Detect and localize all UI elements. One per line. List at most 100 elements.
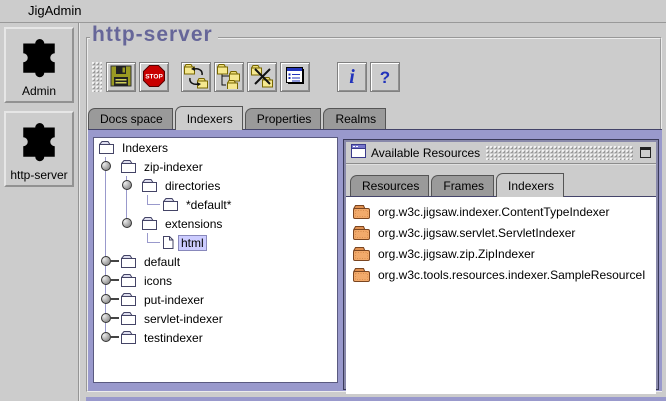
resources-tab-bar: ResourcesFramesIndexers	[346, 165, 656, 196]
tab-docs-space[interactable]: Docs space	[88, 108, 173, 129]
orange-folder-icon	[352, 266, 371, 283]
sidebar: Admin http-server	[0, 23, 80, 401]
list-item[interactable]: org.w3c.tools.resources.indexer.SampleRe…	[346, 264, 656, 285]
tab-content-indexers: Indexers zip-indexer directories *default* e…	[88, 129, 662, 391]
tree-item-label: put-indexer	[141, 292, 207, 308]
list-item-label: org.w3c.tools.resources.indexer.SampleRe…	[378, 268, 645, 282]
edit-properties-button[interactable]	[280, 62, 310, 92]
tree-folder-icon	[120, 159, 137, 174]
tree-item-label: html	[178, 235, 207, 251]
orange-folder-icon	[352, 203, 371, 220]
tree-item-label: icons	[141, 273, 175, 289]
expand-icon[interactable]	[100, 309, 120, 328]
window-icon	[351, 144, 366, 161]
tree-item-put-indexer[interactable]: put-indexer	[94, 290, 337, 309]
info-icon: i	[349, 67, 355, 87]
tree-item-label: testindexer	[141, 330, 206, 346]
list-item[interactable]: org.w3c.jigsaw.servlet.ServletIndexer	[346, 222, 656, 243]
menu-bar: JigAdmin	[0, 0, 666, 23]
main-tab-bar: Docs spaceIndexersPropertiesRealms	[88, 104, 388, 129]
tab-indexers[interactable]: Indexers	[496, 173, 564, 197]
tree-folder-icon	[120, 292, 137, 307]
frame-title: Available Resources	[371, 146, 480, 160]
tab-properties[interactable]: Properties	[245, 108, 322, 129]
copy-resources-button[interactable]	[214, 62, 244, 92]
collapse-icon[interactable]	[121, 176, 141, 195]
sidebar-button-http-server[interactable]: http-server	[4, 111, 74, 187]
collapse-icon[interactable]	[100, 157, 120, 176]
indexers-tree-panel: Indexers zip-indexer directories *default* e…	[93, 137, 338, 383]
expand-icon[interactable]	[100, 271, 120, 290]
tree-item-default[interactable]: *default*	[94, 195, 337, 214]
tree-item-zip-indexer[interactable]: zip-indexer	[94, 157, 337, 176]
tree-item-label: servlet-indexer	[141, 311, 226, 327]
tree-folder-icon	[120, 311, 137, 326]
tree-folder-icon	[141, 178, 158, 193]
maximize-icon[interactable]	[640, 147, 651, 158]
sidebar-button-label: Admin	[22, 84, 56, 101]
tree-item-html[interactable]: html	[94, 233, 337, 252]
tree-item-testindexer[interactable]: testindexer	[94, 328, 337, 347]
menu-jigadmin[interactable]: JigAdmin	[22, 0, 87, 22]
tree-item-label: zip-indexer	[141, 159, 206, 175]
delete-resource-button[interactable]	[247, 62, 277, 92]
list-item-label: org.w3c.jigsaw.servlet.ServletIndexer	[378, 226, 575, 240]
folder-delete-icon	[249, 63, 275, 92]
svg-text:STOP: STOP	[145, 73, 163, 80]
tab-frames[interactable]: Frames	[431, 175, 494, 196]
expand-icon[interactable]	[100, 252, 120, 271]
tree-item-indexers[interactable]: Indexers	[94, 138, 337, 157]
page-title: http-server	[90, 23, 218, 47]
tree-item-label: extensions	[162, 216, 225, 232]
tree-folder-icon	[98, 140, 115, 155]
tree-folder-icon	[120, 330, 137, 345]
toolbar: STOP i?	[92, 61, 403, 93]
tree-item-icons[interactable]: icons	[94, 271, 337, 290]
toolbar-buttons: STOP i?	[106, 62, 403, 92]
help-icon: ?	[380, 69, 390, 86]
list-item-label: org.w3c.jigsaw.indexer.ContentTypeIndexe…	[378, 205, 609, 219]
tab-realms[interactable]: Realms	[323, 108, 386, 129]
orange-folder-icon	[352, 224, 371, 241]
puzzle-icon	[17, 29, 61, 84]
orange-folder-icon	[352, 245, 371, 262]
tree-item-label: default	[141, 254, 183, 270]
tree-folder-icon	[120, 273, 137, 288]
folder-sync-icon	[183, 63, 209, 92]
tree-item-label: directories	[162, 178, 223, 194]
list-item[interactable]: org.w3c.jigsaw.zip.ZipIndexer	[346, 243, 656, 264]
stop-sign-icon: STOP	[142, 64, 166, 91]
tab-indexers[interactable]: Indexers	[175, 106, 243, 130]
info-button[interactable]: i	[337, 62, 367, 92]
title-bar-bumps	[486, 146, 634, 160]
window-bottom-strip	[86, 397, 666, 401]
tree-item-extensions[interactable]: extensions	[94, 214, 337, 233]
tree-item-directories[interactable]: directories	[94, 176, 337, 195]
document-list-icon	[284, 65, 306, 90]
puzzle-icon	[17, 113, 61, 168]
tree-folder-icon	[120, 254, 137, 269]
expand-icon[interactable]	[100, 328, 120, 347]
expand-icon[interactable]	[100, 290, 120, 309]
tree-item-default[interactable]: default	[94, 252, 337, 271]
save-button[interactable]	[106, 62, 136, 92]
tab-resources[interactable]: Resources	[350, 175, 429, 196]
floppy-save-icon	[110, 65, 132, 90]
tree-folder-icon	[141, 216, 158, 231]
collapse-icon[interactable]	[121, 214, 141, 233]
list-item-label: org.w3c.jigsaw.zip.ZipIndexer	[378, 247, 535, 261]
sidebar-button-admin[interactable]: Admin	[4, 27, 74, 103]
indexers-tree: Indexers zip-indexer directories *default* e…	[94, 138, 337, 347]
tree-item-label: *default*	[183, 197, 234, 213]
tree-item-label: Indexers	[119, 140, 171, 156]
reindex-button[interactable]	[181, 62, 211, 92]
stop-button[interactable]: STOP	[139, 62, 169, 92]
toolbar-grip-handle[interactable]	[92, 62, 102, 92]
help-button[interactable]: ?	[370, 62, 400, 92]
folder-tree-icon	[216, 63, 242, 92]
list-item[interactable]: org.w3c.jigsaw.indexer.ContentTypeIndexe…	[346, 201, 656, 222]
frame-title-bar[interactable]: Available Resources	[346, 142, 656, 165]
tree-item-servlet-indexer[interactable]: servlet-indexer	[94, 309, 337, 328]
tree-file-icon	[162, 235, 174, 250]
resources-list: org.w3c.jigsaw.indexer.ContentTypeIndexe…	[346, 196, 656, 394]
